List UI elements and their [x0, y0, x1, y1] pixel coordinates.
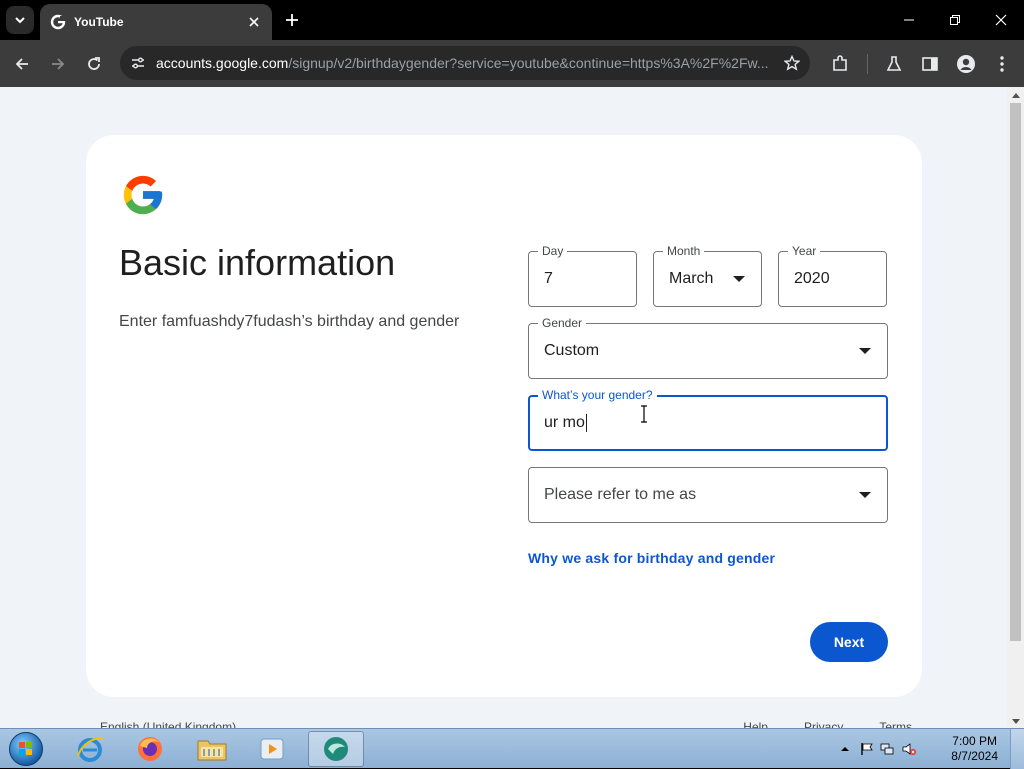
extensions-icon[interactable] [829, 53, 851, 75]
month-label: Month [663, 243, 705, 259]
taskbar-internet-explorer[interactable] [62, 731, 118, 767]
gender-label: Gender [538, 315, 587, 331]
tab-strip: YouTube [0, 0, 1024, 40]
web-page: Basic information Enter famfuashdy7fudas… [0, 87, 1024, 728]
plus-icon [286, 14, 298, 26]
close-icon [995, 14, 1007, 26]
custom-gender-value-wrap: ur mo [544, 413, 587, 432]
taskbar-file-explorer[interactable] [184, 731, 240, 767]
pronoun-select[interactable]: Please refer to me as [528, 467, 888, 523]
signup-card: Basic information Enter famfuashdy7fudas… [86, 135, 922, 697]
url-path: /signup/v2/birthdaygender?service=youtub… [288, 55, 769, 71]
text-ibeam-cursor-icon [641, 405, 647, 423]
restore-button[interactable] [932, 0, 978, 40]
internet-explorer-icon [77, 737, 103, 762]
labs-flask-icon[interactable] [883, 53, 905, 75]
network-icon[interactable] [880, 742, 894, 756]
year-field[interactable]: Year 2020 [778, 243, 887, 307]
reload-button[interactable] [80, 50, 108, 78]
dropdown-arrow-icon [859, 492, 871, 498]
close-tab-icon[interactable] [246, 14, 262, 30]
taskbar-clock[interactable]: 7:00 PM 8/7/2024 [951, 734, 998, 764]
custom-gender-label: What’s your gender? [538, 387, 657, 403]
language-selector[interactable]: English (United Kingdom) [100, 720, 236, 728]
taskbar-active-app[interactable] [308, 731, 364, 767]
system-tray: 7:00 PM 8/7/2024 [834, 729, 1024, 769]
volume-muted-icon[interactable] [902, 742, 916, 756]
google-logo-icon [123, 175, 163, 215]
custom-gender-input[interactable]: What’s your gender? ur mo [528, 387, 888, 451]
taskbar-media-player[interactable] [244, 731, 300, 767]
scroll-up-arrow-icon[interactable] [1012, 93, 1020, 98]
firefox-icon [138, 737, 162, 761]
active-app-icon [324, 737, 348, 761]
footer-link-terms[interactable]: Terms [879, 720, 912, 728]
url-text: accounts.google.com/signup/v2/birthdayge… [156, 55, 776, 71]
action-center-flag-icon[interactable] [860, 742, 874, 756]
page-title: Basic information [119, 242, 396, 283]
month-select[interactable]: Month March [653, 243, 762, 307]
windows-start-orb-icon [9, 732, 43, 766]
new-tab-button[interactable] [280, 8, 304, 32]
day-label: Day [538, 243, 568, 259]
footer-links: Help Privacy Terms [743, 720, 912, 728]
site-settings-icon[interactable] [128, 53, 148, 73]
day-value: 7 [544, 270, 553, 287]
year-label: Year [788, 243, 821, 259]
media-player-icon [260, 738, 284, 760]
page-subtitle: Enter famfuashdy7fudash’s birthday and g… [119, 313, 460, 330]
dropdown-arrow-icon [733, 276, 745, 282]
day-field[interactable]: Day 7 [528, 243, 637, 307]
scroll-down-arrow-icon[interactable] [1012, 719, 1020, 724]
dropdown-arrow-icon [859, 348, 871, 354]
google-favicon-icon [50, 14, 66, 30]
page-footer: English (United Kingdom) Help Privacy Te… [100, 720, 920, 728]
address-bar[interactable]: accounts.google.com/signup/v2/birthdayge… [120, 46, 810, 80]
scrollbar-thumb[interactable] [1010, 103, 1021, 641]
reload-icon [88, 57, 100, 70]
clock-time: 7:00 PM [952, 734, 997, 748]
show-hidden-icons-icon[interactable] [838, 742, 852, 756]
custom-gender-value: ur mo [544, 414, 585, 432]
tab-youtube[interactable]: YouTube [40, 4, 272, 40]
why-we-ask-link[interactable]: Why we ask for birthday and gender [528, 550, 775, 566]
minimize-button[interactable] [886, 0, 932, 40]
text-caret [585, 413, 587, 432]
restore-icon [950, 15, 960, 25]
browser-toolbar: accounts.google.com/signup/v2/birthdayge… [0, 40, 1024, 87]
start-button[interactable] [6, 731, 46, 767]
page-scrollbar[interactable] [1007, 87, 1024, 728]
next-button[interactable]: Next [810, 622, 888, 662]
profile-avatar-icon[interactable] [955, 53, 977, 75]
close-window-button[interactable] [978, 0, 1024, 40]
menu-kebab-icon[interactable] [991, 53, 1013, 75]
arrow-left-icon [15, 58, 28, 70]
back-button[interactable] [8, 50, 36, 78]
folder-icon [197, 740, 227, 761]
show-desktop-button[interactable] [1010, 729, 1024, 769]
gender-select[interactable]: Gender Custom [528, 315, 888, 379]
minimize-icon [904, 19, 914, 21]
windows-taskbar: 7:00 PM 8/7/2024 [0, 728, 1024, 769]
arrow-right-icon [52, 58, 65, 70]
url-host: accounts.google.com [156, 55, 289, 71]
footer-link-help[interactable]: Help [743, 720, 768, 728]
gender-value: Custom [544, 342, 600, 359]
tab-title: YouTube [74, 15, 124, 29]
forward-button[interactable] [44, 50, 72, 78]
toolbar-divider [867, 54, 868, 74]
clock-date: 8/7/2024 [951, 749, 998, 763]
chevron-down-icon [15, 17, 25, 24]
bookmark-star-icon[interactable] [782, 53, 802, 73]
pronoun-placeholder: Please refer to me as [544, 486, 697, 503]
side-panel-icon[interactable] [919, 53, 941, 75]
taskbar-firefox[interactable] [122, 731, 178, 767]
year-value: 2020 [794, 270, 830, 287]
tab-search-button[interactable] [6, 6, 34, 34]
footer-link-privacy[interactable]: Privacy [804, 720, 843, 728]
month-value: March [669, 270, 714, 287]
